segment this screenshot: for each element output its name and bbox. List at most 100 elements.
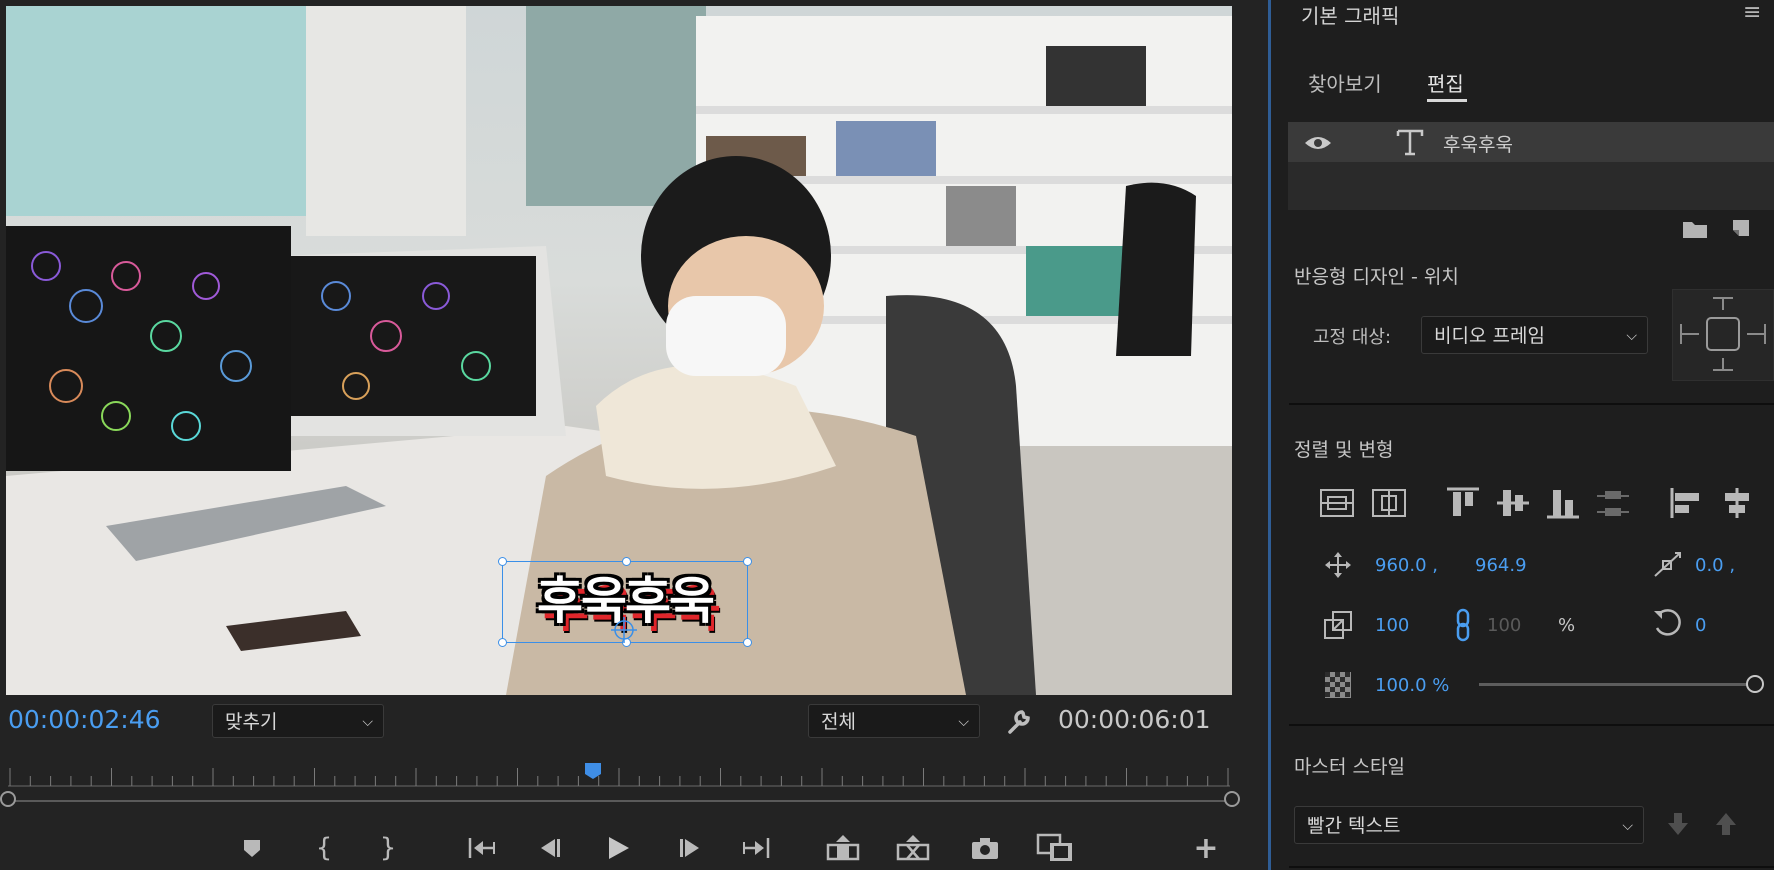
add-marker-button[interactable]	[234, 830, 270, 866]
pin-to-value: 비디오 프레임	[1434, 325, 1545, 347]
step-forward-button[interactable]	[672, 830, 708, 866]
lift-button[interactable]	[825, 830, 861, 866]
video-frame[interactable]: 후욱후욱	[6, 6, 1232, 695]
camera-icon	[972, 838, 998, 859]
export-frame-button[interactable]	[967, 830, 1003, 866]
panel-title: 기본 그래픽	[1301, 4, 1400, 28]
master-style-value: 빨간 텍스트	[1307, 815, 1401, 837]
master-style-dropdown[interactable]: 빨간 텍스트 ⌵	[1294, 806, 1644, 844]
align-horizontal-center-icon[interactable]	[1371, 488, 1407, 518]
chevron-down-icon: ⌵	[1626, 328, 1637, 344]
pin-to-dropdown[interactable]: 비디오 프레임 ⌵	[1421, 316, 1648, 354]
layer-name: 후욱후욱	[1443, 134, 1513, 156]
panel-menu-icon[interactable]: ≡	[1743, 0, 1761, 25]
mark-out-icon: }	[379, 833, 397, 863]
rotation-value[interactable]: 0	[1695, 615, 1706, 636]
section-divider	[1289, 866, 1774, 868]
play-icon	[609, 837, 629, 859]
anchor-x-value[interactable]: 0.0 ,	[1695, 555, 1735, 576]
scale-unit: %	[1558, 615, 1576, 636]
go-to-in-icon	[468, 838, 495, 858]
align-middle-icon[interactable]	[1495, 486, 1531, 520]
align-left-icon[interactable]	[1669, 486, 1705, 520]
resize-handle[interactable]	[743, 557, 752, 566]
plus-icon: +	[1193, 830, 1219, 866]
duration-timecode: 00:00:06:01	[1058, 705, 1211, 734]
playhead-marker[interactable]	[584, 762, 602, 780]
position-x-value[interactable]: 960.0 ,	[1375, 555, 1438, 576]
time-ruler[interactable]	[8, 764, 1230, 788]
pull-from-style-icon[interactable]	[1713, 811, 1739, 837]
distribute-vertical-icon[interactable]	[1595, 486, 1631, 520]
current-timecode[interactable]: 00:00:02:46	[8, 705, 161, 734]
resize-handle[interactable]	[743, 638, 752, 647]
extract-icon	[896, 835, 930, 861]
comparison-view-icon	[1036, 833, 1072, 861]
align-transform-title: 정렬 및 변형	[1294, 439, 1394, 461]
anchor-point-icon[interactable]	[611, 617, 637, 643]
chevron-down-icon: ⌵	[1622, 818, 1633, 834]
align-top-icon[interactable]	[1445, 486, 1481, 520]
pin-to-label: 고정 대상:	[1313, 327, 1392, 348]
eye-visibility-icon[interactable]	[1304, 134, 1332, 152]
scroll-end-handle[interactable]	[1224, 791, 1240, 807]
zoom-fit-value: 맞추기	[225, 711, 278, 733]
caption-bounding-box[interactable]: 후욱후욱	[498, 557, 752, 647]
lift-icon	[826, 835, 860, 861]
step-back-icon	[541, 839, 560, 857]
chevron-down-icon: ⌵	[362, 714, 373, 730]
zoom-fit-dropdown[interactable]: 맞추기 ⌵	[212, 704, 384, 738]
go-to-out-button[interactable]	[738, 830, 774, 866]
button-editor-button[interactable]: +	[1188, 830, 1224, 866]
opacity-slider-track[interactable]	[1479, 683, 1755, 686]
push-to-style-icon[interactable]	[1665, 811, 1691, 837]
comparison-view-button[interactable]	[1036, 830, 1072, 866]
align-vertical-center-icon[interactable]	[1319, 488, 1355, 518]
scroll-start-handle[interactable]	[0, 791, 16, 807]
tab-edit[interactable]: 편집	[1427, 68, 1464, 97]
section-divider	[1289, 403, 1774, 405]
anchor-point-icon	[1654, 552, 1681, 577]
mark-in-button[interactable]: {	[306, 830, 342, 866]
opacity-checker-icon	[1325, 672, 1351, 698]
step-back-button[interactable]	[532, 830, 568, 866]
opacity-value[interactable]: 100.0 %	[1375, 675, 1449, 696]
section-divider	[1289, 724, 1774, 726]
new-layer-icon[interactable]	[1729, 216, 1753, 240]
program-monitor: 후욱후욱 00:00:02:46 맞추기 ⌵ 전체 ⌵ 00:00:06:01	[0, 0, 1270, 870]
chevron-down-icon: ⌵	[958, 714, 969, 730]
tab-browse[interactable]: 찾아보기	[1308, 68, 1382, 97]
step-forward-icon	[680, 839, 699, 857]
playback-resolution-value: 전체	[821, 711, 856, 733]
align-center-icon[interactable]	[1719, 486, 1755, 520]
text-layer-icon	[1396, 129, 1424, 156]
new-folder-icon[interactable]	[1681, 218, 1709, 240]
wrench-settings-icon[interactable]	[1004, 708, 1032, 736]
mark-out-button[interactable]: }	[370, 830, 406, 866]
go-to-in-button[interactable]	[464, 830, 500, 866]
rotation-icon	[1654, 609, 1681, 636]
zoom-scroll-bar[interactable]	[8, 800, 1232, 802]
master-style-title: 마스터 스타일	[1294, 756, 1405, 778]
scale-icon	[1324, 611, 1352, 639]
playback-resolution-dropdown[interactable]: 전체 ⌵	[808, 704, 980, 738]
resize-handle[interactable]	[622, 557, 631, 566]
play-button[interactable]	[600, 830, 636, 866]
resize-handle[interactable]	[498, 638, 507, 647]
pin-edges-icon	[1680, 297, 1766, 371]
layer-list-empty-area	[1288, 162, 1774, 210]
responsive-design-title: 반응형 디자인 - 위치	[1294, 266, 1459, 288]
marker-icon	[244, 840, 260, 857]
layer-row[interactable]: 후욱후욱	[1288, 122, 1774, 162]
opacity-slider-handle[interactable]	[1746, 675, 1764, 693]
constrain-proportions-link-icon[interactable]	[1453, 608, 1473, 642]
active-tab-underline	[1427, 99, 1467, 102]
pin-edges-widget[interactable]	[1672, 289, 1774, 381]
position-y-value[interactable]: 964.9	[1475, 555, 1527, 576]
extract-button[interactable]	[895, 830, 931, 866]
position-move-icon	[1325, 552, 1351, 578]
resize-handle[interactable]	[498, 557, 507, 566]
align-bottom-icon[interactable]	[1545, 486, 1581, 520]
mark-in-icon: {	[315, 833, 333, 863]
scale-width-value[interactable]: 100	[1375, 615, 1409, 636]
